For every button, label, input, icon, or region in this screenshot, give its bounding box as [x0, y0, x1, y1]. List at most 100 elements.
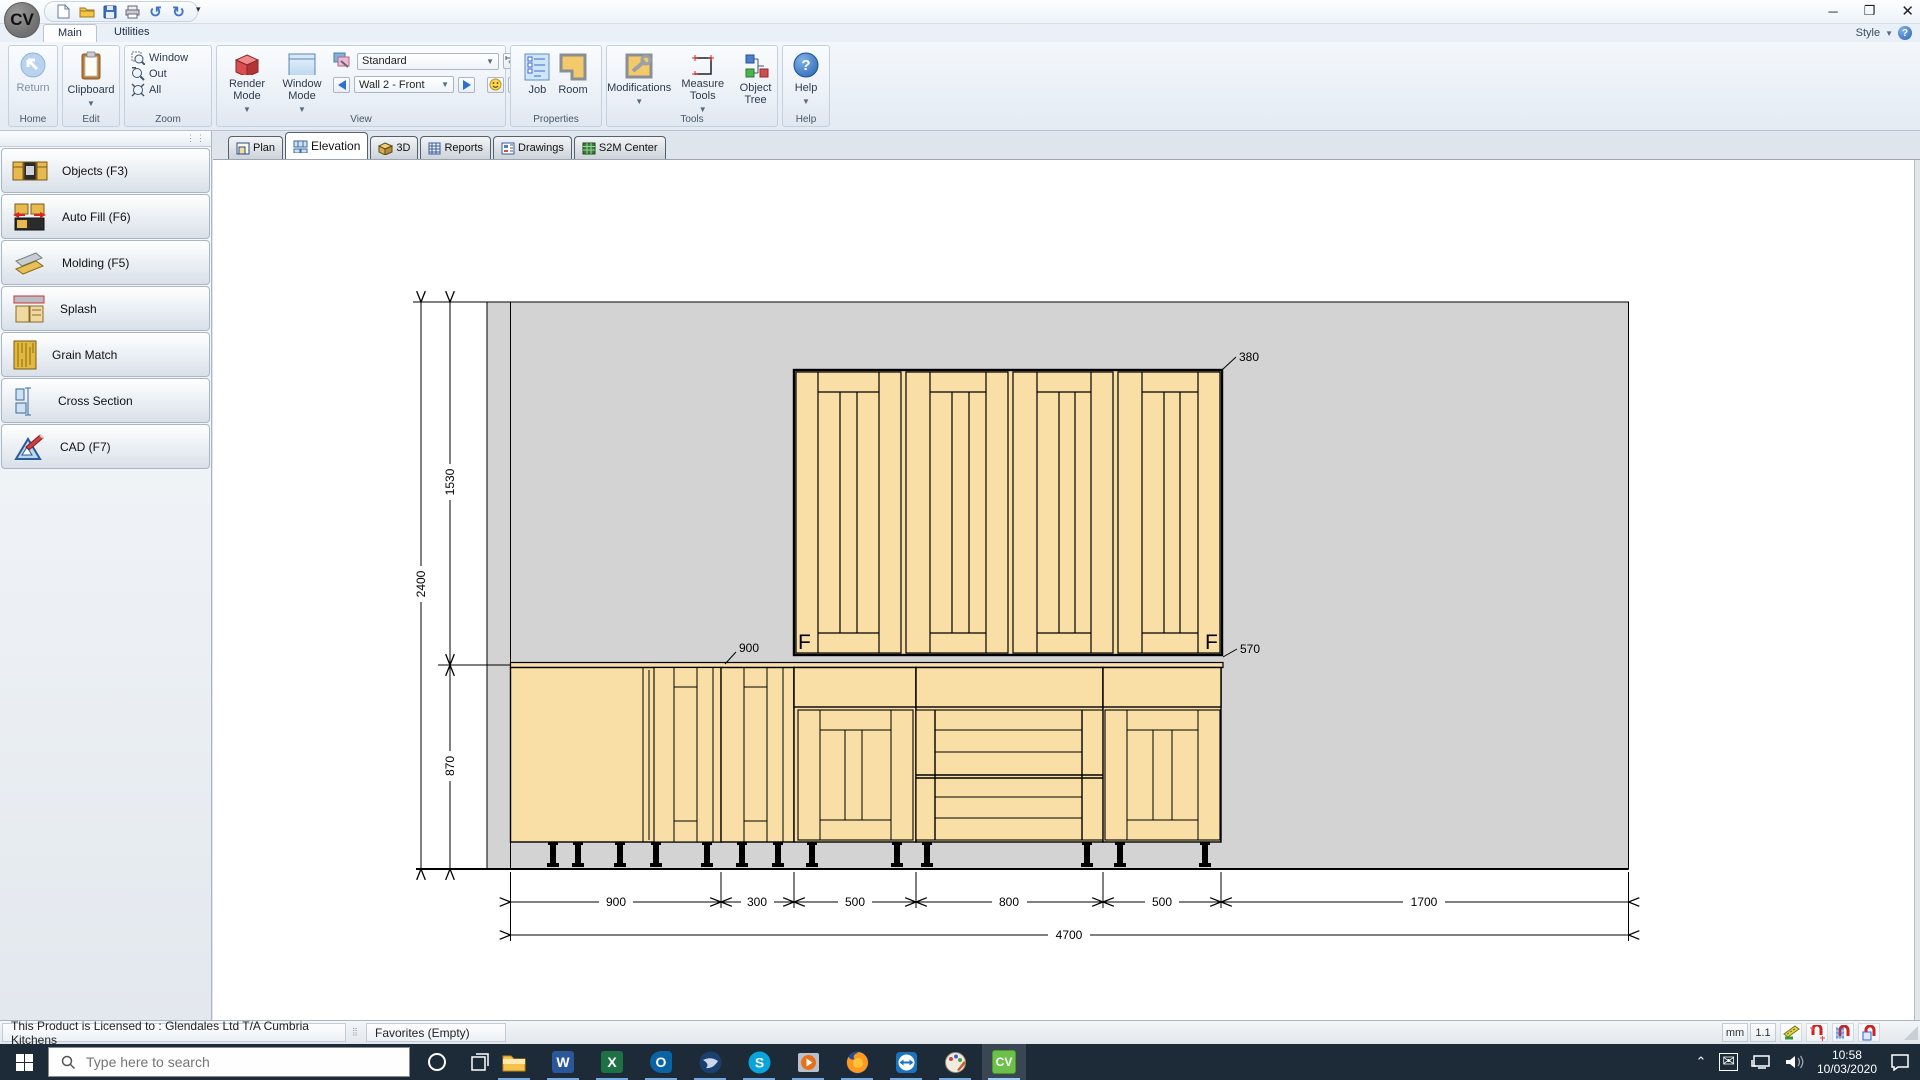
file-explorer-icon: [502, 1052, 526, 1072]
taskbar-app-teamviewer[interactable]: [884, 1044, 928, 1080]
wall-select[interactable]: Wall 2 - Front▼: [354, 76, 454, 93]
tab-reports[interactable]: Reports: [420, 136, 491, 159]
dropdown-arrow-icon: ▼: [87, 99, 95, 108]
open-folder-icon[interactable]: [78, 3, 95, 20]
scale-button[interactable]: 1.1: [1750, 1023, 1776, 1042]
taskbar-app-firefox[interactable]: [835, 1044, 879, 1080]
object-tree-button[interactable]: Object Tree: [734, 48, 777, 114]
app-logo[interactable]: CV: [4, 2, 40, 38]
zoom-all-button[interactable]: All: [125, 82, 211, 98]
prev-wall-button[interactable]: [333, 77, 350, 93]
return-button[interactable]: Return: [9, 46, 57, 112]
start-button[interactable]: [0, 1044, 48, 1080]
clock-date: 10/03/2020: [1817, 1062, 1877, 1076]
taskbar-app-skype[interactable]: S: [737, 1044, 781, 1080]
taskbar-app-explorer[interactable]: [492, 1044, 536, 1080]
sidebar-item-crosssection[interactable]: Cross Section: [1, 378, 210, 423]
action-center-icon[interactable]: [1890, 1053, 1910, 1071]
minimize-button[interactable]: ─: [1829, 4, 1838, 19]
label-f-left: F: [798, 631, 811, 654]
job-button[interactable]: Job: [524, 48, 550, 114]
dim-width-0: 900: [606, 895, 626, 909]
face-view-button[interactable]: [487, 77, 504, 93]
cortana-button[interactable]: [415, 1044, 459, 1080]
smiley-icon: [489, 78, 502, 91]
help-button[interactable]: ? Help ▼: [783, 46, 829, 112]
units-button[interactable]: mm: [1722, 1023, 1748, 1042]
favorites-panel[interactable]: Favorites (Empty): [366, 1023, 506, 1042]
tab-plan[interactable]: Plan: [228, 136, 283, 159]
dim-width-4: 500: [1152, 895, 1172, 909]
canvas-scrollbar[interactable]: [1914, 160, 1920, 1020]
tab-elevation[interactable]: Elevation: [285, 132, 368, 159]
snap-grid-button[interactable]: [1832, 1023, 1854, 1042]
taskbar-app-thunderbird[interactable]: [688, 1044, 732, 1080]
render-mode-button[interactable]: Render Mode ▼: [221, 48, 273, 114]
new-file-icon[interactable]: [55, 3, 72, 20]
tab-main[interactable]: Main: [43, 24, 97, 42]
style-selector[interactable]: Style: [1856, 27, 1880, 39]
style-help-icon[interactable]: ?: [1898, 26, 1912, 40]
taskbar-app-media-player[interactable]: [786, 1044, 830, 1080]
sidebar-item-splash[interactable]: Splash: [1, 286, 210, 331]
next-wall-button[interactable]: [458, 77, 475, 93]
taskbar-app-word[interactable]: W: [541, 1044, 585, 1080]
dropdown-arrow-icon: ▼: [635, 97, 643, 106]
sidebar-item-grainmatch[interactable]: Grain Match: [1, 332, 210, 377]
sidebar-item-autofill[interactable]: Auto Fill (F6): [1, 194, 210, 239]
sidebar-header[interactable]: ⋮⋮: [0, 131, 211, 147]
group-help: ? Help ▼ Help: [782, 45, 830, 127]
snap-points-button[interactable]: [1806, 1023, 1828, 1042]
volume-icon[interactable]: [1785, 1054, 1804, 1070]
sidebar-item-objects[interactable]: Objects (F3): [1, 148, 210, 193]
paint-icon: [944, 1051, 967, 1074]
close-button[interactable]: ✕: [1901, 2, 1914, 20]
group-tools: Modifications ▼ Measure Tools ▼ Object T…: [606, 45, 778, 127]
qat-customize-icon[interactable]: ▾: [196, 4, 201, 15]
measure-tools-button[interactable]: Measure Tools ▼: [677, 48, 728, 114]
window-mode-button[interactable]: Window Mode ▼: [275, 48, 329, 114]
chevron-down-icon[interactable]: ▼: [1885, 29, 1893, 38]
search-input[interactable]: [86, 1054, 376, 1070]
dropdown-arrow-icon: ▼: [441, 80, 449, 89]
elevation-drawing[interactable]: F F: [213, 160, 1920, 1020]
redo-icon[interactable]: ↻: [170, 3, 187, 20]
undo-icon[interactable]: ↺: [147, 3, 164, 20]
ruler-snap-button[interactable]: [1780, 1023, 1802, 1042]
taskbar: W X O S: [0, 1044, 1920, 1080]
taskbar-search[interactable]: [48, 1047, 410, 1077]
sidebar-item-molding[interactable]: Molding (F5): [1, 240, 210, 285]
network-icon[interactable]: [1751, 1054, 1772, 1070]
taskbar-app-cabinet-vision[interactable]: CV: [982, 1044, 1026, 1080]
sidebar-item-cad[interactable]: CAD (F7): [1, 424, 210, 469]
measure-tools-icon: [690, 53, 716, 75]
job-icon: [524, 53, 550, 81]
reports-tab-icon: [428, 142, 441, 155]
tab-s2m-center[interactable]: S2M Center: [574, 136, 666, 159]
taskbar-app-excel[interactable]: X: [590, 1044, 634, 1080]
tab-utilities[interactable]: Utilities: [100, 24, 163, 42]
render-style-select[interactable]: Standard▼: [357, 53, 499, 70]
group-properties: Job Room Properties: [510, 45, 602, 127]
modifications-button[interactable]: Modifications ▼: [607, 48, 671, 114]
tray-mail-icon[interactable]: ✉: [1719, 1053, 1738, 1071]
save-icon[interactable]: [101, 3, 118, 20]
clipboard-button[interactable]: Clipboard ▼: [63, 46, 119, 112]
clock-time: 10:58: [1817, 1048, 1877, 1062]
taskbar-clock[interactable]: 10:58 10/03/2020: [1817, 1048, 1877, 1076]
tab-drawings[interactable]: Drawings: [493, 136, 572, 159]
print-icon[interactable]: [124, 3, 141, 20]
tray-chevron-icon[interactable]: ⌃: [1695, 1054, 1706, 1070]
firefox-icon: [846, 1051, 869, 1074]
room-button[interactable]: Room: [558, 48, 587, 114]
taskbar-app-paint[interactable]: [933, 1044, 977, 1080]
tab-3d[interactable]: 3D: [370, 136, 418, 159]
s2m-center-tab-icon: [582, 142, 596, 155]
maximize-button[interactable]: ❐: [1864, 3, 1876, 19]
taskbar-app-outlook[interactable]: O: [639, 1044, 683, 1080]
license-text: This Product is Licensed to : Glendales …: [2, 1023, 346, 1042]
zoom-out-button[interactable]: Out: [125, 66, 211, 82]
zoom-window-button[interactable]: Window: [125, 50, 211, 66]
snap-object-button[interactable]: [1858, 1023, 1880, 1042]
auto-fill-icon: [12, 202, 48, 232]
